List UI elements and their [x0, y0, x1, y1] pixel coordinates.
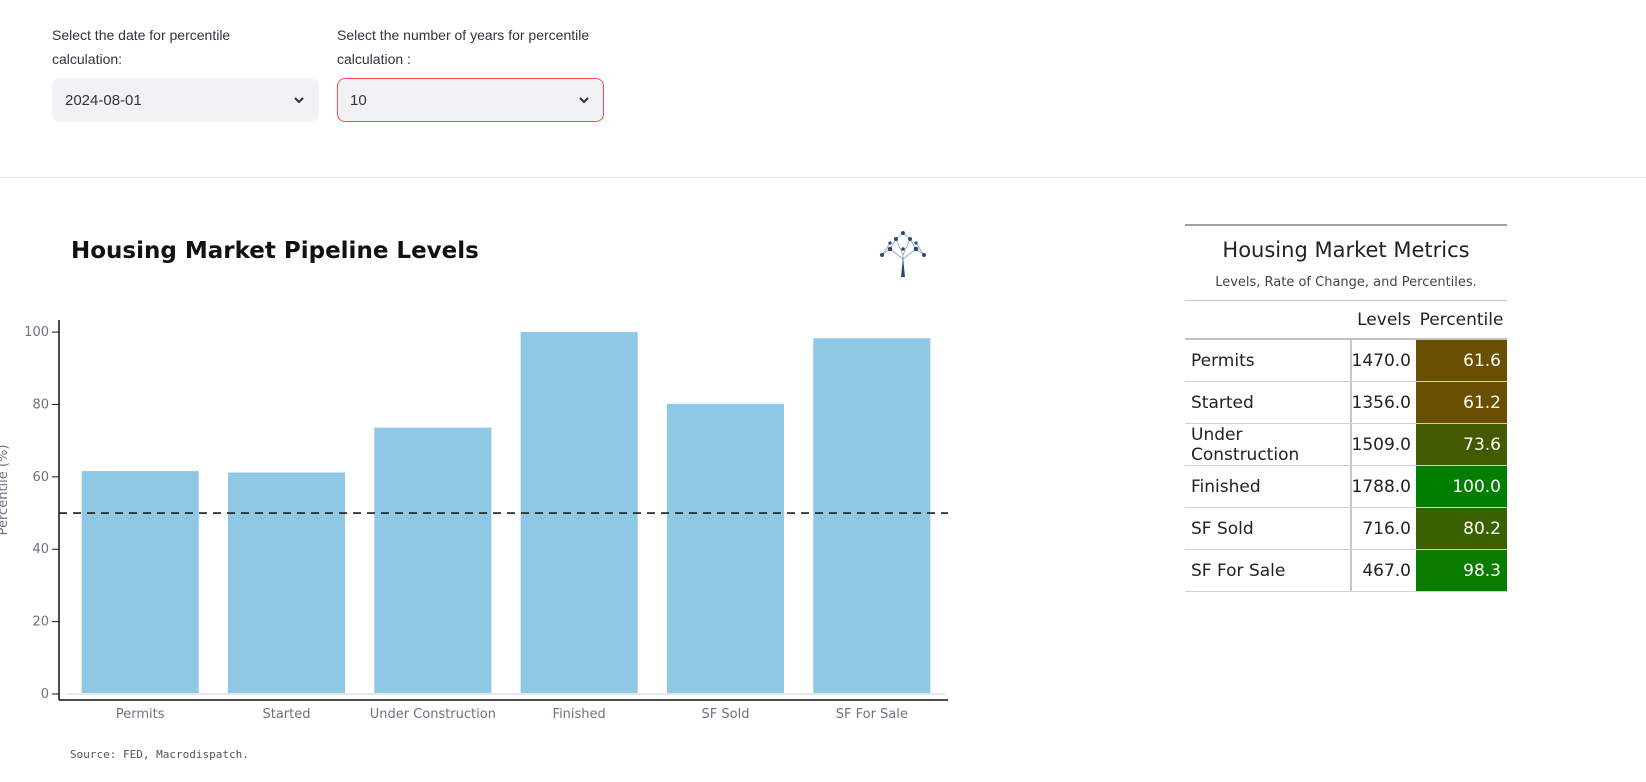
metric-percentile: 61.2	[1416, 382, 1507, 423]
years-select[interactable]: 10	[337, 78, 604, 122]
metric-level: 1788.0	[1351, 476, 1411, 497]
bar-chart: 0 20 40 60 80 100 Permits Started Under Constru…	[0, 320, 948, 720]
x-tick-label: Started	[262, 707, 310, 720]
table-row: Under Construction 1509.0 73.6	[1185, 424, 1507, 466]
table-row: Permits 1470.0 61.6	[1185, 340, 1507, 382]
chart-title: Housing Market Pipeline Levels	[71, 238, 479, 264]
years-select-label: Select the number of years for percentil…	[337, 27, 590, 67]
x-tick-label: Finished	[553, 707, 606, 720]
metric-percentile: 98.3	[1416, 550, 1507, 591]
bar-under-construction	[374, 427, 492, 694]
chevron-down-icon	[294, 97, 304, 104]
metric-name: SF Sold	[1185, 508, 1352, 549]
metric-name: Permits	[1185, 340, 1352, 381]
y-tick-label: 100	[24, 325, 49, 340]
bar-started	[227, 472, 346, 694]
metric-level: 1356.0	[1351, 392, 1411, 413]
chevron-down-icon	[579, 97, 589, 104]
bar-sf-sold	[666, 403, 785, 694]
y-tick-label: 60	[32, 470, 49, 485]
metric-name: Started	[1185, 382, 1352, 423]
y-tick-label: 80	[32, 397, 49, 412]
y-axis-label: Percentile (%)	[0, 445, 11, 536]
metric-level: 716.0	[1362, 518, 1411, 539]
x-tick-label: SF Sold	[702, 707, 750, 720]
table-row: Finished 1788.0 100.0	[1185, 466, 1507, 508]
header-name	[1185, 301, 1352, 338]
y-tick-label: 20	[32, 615, 49, 630]
table-row: SF Sold 716.0 80.2	[1185, 508, 1507, 550]
y-tick-label: 0	[41, 687, 49, 702]
tree-logo-icon	[880, 231, 926, 277]
x-tick-label: Under Construction	[370, 707, 496, 720]
metric-percentile: 61.6	[1416, 340, 1507, 381]
metric-level: 1509.0	[1351, 434, 1411, 455]
metric-percentile: 100.0	[1416, 466, 1507, 507]
section-divider	[0, 177, 1646, 178]
metric-name: SF For Sale	[1185, 550, 1352, 591]
y-tick-label: 40	[32, 542, 49, 557]
metric-percentile: 80.2	[1416, 508, 1507, 549]
table-header-row: Levels Percentile	[1185, 301, 1507, 340]
metric-level: 467.0	[1362, 560, 1411, 581]
table-subtitle: Levels, Rate of Change, and Percentiles.	[1185, 272, 1507, 301]
table-title: Housing Market Metrics	[1222, 238, 1470, 262]
bar-sf-for-sale	[813, 338, 931, 694]
table-row: SF For Sale 467.0 98.3	[1185, 550, 1507, 592]
x-tick-label: SF For Sale	[836, 707, 908, 720]
table-row: Started 1356.0 61.2	[1185, 382, 1507, 424]
date-select[interactable]: 2024-08-01	[52, 78, 319, 122]
bar-permits	[81, 471, 199, 694]
metric-level: 1470.0	[1351, 350, 1411, 371]
years-select-value: 10	[350, 91, 367, 109]
x-tick-label: Permits	[116, 707, 165, 720]
metric-name: Finished	[1185, 466, 1352, 507]
source-note: Source: FED, Macrodispatch.	[70, 748, 249, 761]
metric-percentile: 73.6	[1416, 424, 1507, 465]
date-select-label: Select the date for percentile calculati…	[52, 27, 231, 67]
header-percentile: Percentile	[1419, 309, 1504, 330]
header-levels: Levels	[1357, 309, 1411, 330]
metric-name: Under Construction	[1185, 424, 1352, 465]
metrics-table: Housing Market Metrics Levels, Rate of C…	[1185, 224, 1507, 592]
date-select-value: 2024-08-01	[65, 91, 142, 109]
